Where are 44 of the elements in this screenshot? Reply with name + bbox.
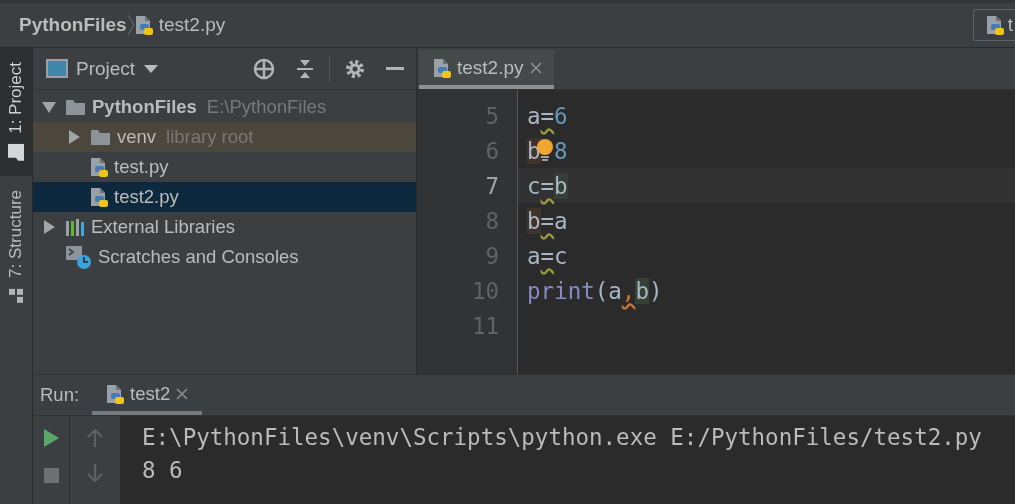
folder-icon [65,98,86,116]
tree-item[interactable]: PythonFiles E:\PythonFiles [33,92,416,122]
breadcrumb[interactable]: test2.py [134,10,226,40]
line-number: 7 [484,172,500,199]
panel-title: Run: [40,384,80,406]
code-line: b=a [526,206,569,236]
python-file-icon [90,187,108,207]
settings-icon[interactable] [344,57,366,80]
python-file-icon [90,157,108,177]
python-file-icon [134,15,153,35]
tree-item[interactable]: test.py [33,152,416,182]
run-icon[interactable] [42,428,60,448]
breadcrumb-separator-icon [126,14,135,36]
libraries-icon [65,217,85,237]
code-line: print(a,b) [526,276,664,306]
collapse-all-icon[interactable] [295,58,315,79]
tree-item[interactable]: External Libraries [33,212,416,242]
view-selector[interactable]: Project [46,57,160,80]
breadcrumb[interactable]: PythonFiles [19,10,127,40]
close-icon[interactable] [176,388,189,400]
tree-item[interactable]: test2.py [33,182,416,212]
caret-icon[interactable] [143,63,160,74]
code-line: b 8 [526,136,569,166]
python-file-icon [433,57,451,78]
editor-tab[interactable]: test2.py [419,50,554,89]
python-file-icon [985,15,1004,35]
folder-icon [90,128,111,146]
tool-window-tab[interactable]: 7: Structure [0,175,32,318]
stop-icon[interactable] [43,468,59,483]
console-output-line: 8 6 [142,456,184,485]
close-icon[interactable] [529,61,542,74]
code-line: a=c [526,241,569,271]
code-line: a=6 [526,101,569,131]
folder-icon [7,143,25,162]
tool-window-tab[interactable]: 1: Project [0,48,32,176]
run-configuration-dropdown[interactable]: t [972,9,1015,41]
structure-icon [8,287,24,304]
console-clock-icon [65,244,92,270]
tree-item[interactable]: venv library root [33,122,416,152]
window-icon [46,59,68,78]
tree-item[interactable]: Scratches and Consoles [33,242,416,272]
console-output-line: E:\PythonFiles\venv\Scripts\python.exe E:/PythonFiles/test2.py [142,423,983,452]
locate-icon[interactable] [253,57,275,80]
python-file-icon [106,384,125,404]
